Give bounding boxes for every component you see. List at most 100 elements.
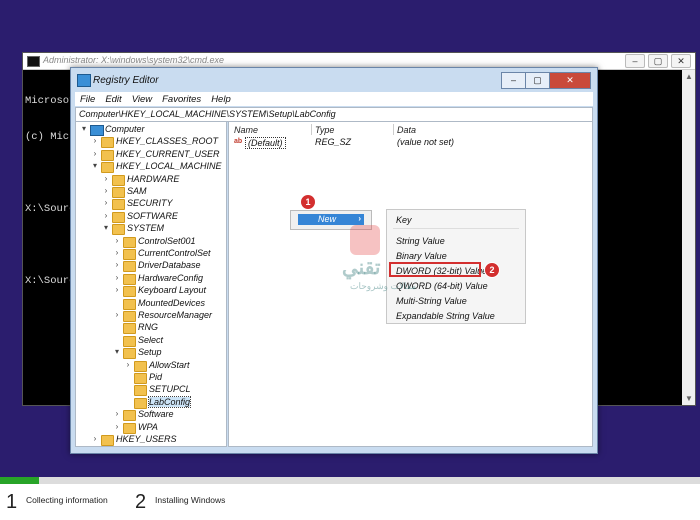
expand-right-icon[interactable]: › [113,285,121,294]
expand-right-icon[interactable]: › [113,273,121,282]
cmd-line: ​ [25,167,75,179]
folder-icon [123,273,136,285]
column-header-type[interactable]: Type [315,125,334,135]
cmd-scrollbar[interactable]: ▲ ▼ [682,70,695,405]
expand-right-icon[interactable]: › [113,236,121,245]
column-header-data[interactable]: Data [397,125,416,135]
menu-bar: File Edit View Favorites Help [75,92,593,106]
expand-right-icon[interactable]: › [102,174,110,183]
expand-right-icon[interactable]: › [124,360,132,369]
expand-right-icon[interactable]: › [113,409,121,418]
folder-icon [123,348,136,360]
folder-icon [123,335,136,347]
step-label: Collecting information [26,495,108,505]
folder-icon [123,298,136,310]
menu-view[interactable]: View [127,92,157,106]
menu-item-string-value[interactable]: String Value [396,236,445,246]
string-value-icon: ab [234,138,243,145]
folder-icon [112,199,125,211]
progress-fill [0,477,39,484]
expand-right-icon[interactable]: › [102,211,110,220]
tree-node-label: Pid [149,372,163,382]
cmd-icon [27,56,40,67]
setup-progress [0,477,700,484]
folder-icon [101,149,114,161]
tree-node-label: WPA [138,421,158,432]
computer-icon [90,125,104,136]
folder-icon [123,261,136,273]
tree-node-label: Select [138,334,164,345]
expand-right-icon[interactable]: › [91,149,99,158]
expand-right-icon[interactable]: › [113,248,121,257]
expand-down-icon[interactable]: ▾ [91,161,99,170]
folder-icon [123,236,136,248]
tree-node-label: HardwareConfig [138,272,204,283]
step-label: Installing Windows [155,495,226,505]
cmd-output[interactable]: Microsof (c) Micr ​ X:\Sourc ​ X:\Sourc [25,71,75,311]
tree-node-label: HKEY_CLASSES_ROOT [116,136,219,147]
scroll-down-icon[interactable]: ▼ [685,394,693,403]
folder-icon [134,385,147,397]
tree-node-label: Computer [105,124,145,134]
column-divider[interactable] [393,124,394,135]
tree-node-label: Software [138,409,174,420]
chevron-right-icon: › [358,214,361,223]
step-number: 1 [6,491,18,513]
expand-right-icon[interactable]: › [91,434,99,443]
maximize-button[interactable]: ▢ [525,72,550,89]
menu-item-binary-value[interactable]: Binary Value [396,251,447,261]
regedit-titlebar[interactable]: Registry Editor – ▢ ✕ [71,68,597,92]
expand-down-icon[interactable]: ▾ [113,347,121,356]
expand-right-icon[interactable]: › [102,186,110,195]
tree-node-label: SETUPCL [149,384,191,395]
tree-node-label: RNG [138,322,158,333]
expand-right-icon[interactable]: › [91,446,99,447]
minimize-button[interactable]: – [501,72,526,89]
tree-node-label: SAM [127,186,147,196]
expand-right-icon[interactable]: › [113,260,121,269]
menu-file[interactable]: File [75,92,100,106]
menu-help[interactable]: Help [206,92,236,106]
value-data: (value not set) [397,137,455,147]
minimize-button[interactable]: – [625,54,645,68]
folder-icon [134,373,147,384]
menu-item-new[interactable]: New › [298,214,364,225]
step-number: 2 [135,491,147,513]
maximize-button[interactable]: ▢ [648,54,668,68]
menu-item-expandable-string-value[interactable]: Expandable String Value [396,311,495,321]
regedit-title: Registry Editor [93,75,159,86]
menu-item-multi-string-value[interactable]: Multi-String Value [396,296,467,306]
registry-tree[interactable]: ▾ Computer › HKEY_CLASSES_ROOT › HKEY_CURRENT… [75,121,227,447]
tree-node-label: HARDWARE [127,173,180,184]
regedit-icon [77,74,91,87]
setup-status-bar: 1 Collecting information 2 Installing Wi… [0,477,700,520]
expand-down-icon[interactable]: ▾ [80,124,88,133]
tree-node-label: HKEY_LOCAL_MACHINE [116,161,222,172]
tree-node-label: HKEY_CURRENT_CONFIG [116,446,227,447]
menu-edit[interactable]: Edit [100,92,126,106]
folder-icon [101,162,114,174]
expand-right-icon[interactable]: › [113,310,121,319]
address-bar[interactable]: Computer\HKEY_LOCAL_MACHINE\SYSTEM\Setup… [75,107,593,122]
folder-icon [112,224,125,236]
folder-icon [123,311,136,322]
folder-icon [101,137,114,149]
close-button[interactable]: ✕ [549,72,591,89]
expand-down-icon[interactable]: ▾ [102,223,110,232]
expand-right-icon[interactable]: › [91,136,99,145]
tree-node-label: HKEY_USERS [116,434,177,444]
close-button[interactable]: ✕ [671,54,691,68]
tree-node-label: SECURITY [127,198,173,209]
folder-icon [123,422,136,434]
menu-favorites[interactable]: Favorites [157,92,206,106]
folder-icon [123,410,136,422]
column-divider[interactable] [311,124,312,135]
folder-icon [123,249,136,260]
scroll-up-icon[interactable]: ▲ [685,72,693,81]
expand-right-icon[interactable]: › [102,198,110,207]
expand-right-icon[interactable]: › [113,422,121,431]
menu-item-key[interactable]: Key [396,215,412,225]
column-header-name[interactable]: Name [234,125,258,135]
watermark-subtext: مقالات وشروحات [350,281,417,291]
tree-node-label: DriverDatabase [138,260,201,271]
